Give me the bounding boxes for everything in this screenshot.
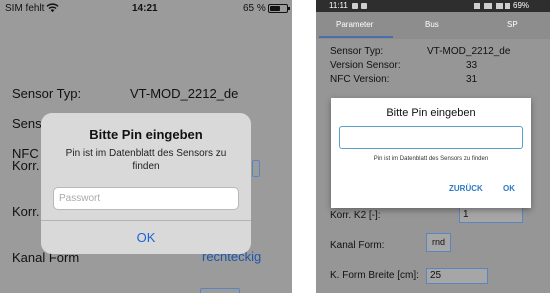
tab-bar: Parameter Bus SP	[316, 12, 550, 39]
pin-alert: Bitte Pin eingeben Pin ist im Datenblatt…	[41, 113, 251, 254]
pin-dialog: Bitte Pin eingeben Pin ist im Datenblatt…	[331, 98, 531, 208]
battery-icon	[268, 4, 290, 13]
wifi-icon	[46, 3, 59, 13]
tab-parameter[interactable]: Parameter	[336, 20, 373, 29]
ios-screen: SIM fehlt 14:21 65 % Sensor Typ: VT-MOD_…	[0, 0, 292, 293]
mute-icon	[474, 3, 480, 9]
kanal-form-button[interactable]: rnd	[426, 233, 451, 252]
form-width-input[interactable]	[200, 288, 240, 293]
alert-title: Bitte Pin eingeben	[89, 127, 203, 142]
sensor-type-value: VT-MOD_2212_de	[130, 86, 239, 101]
battery-icon	[505, 3, 510, 9]
sensor-version-value: 33	[466, 60, 478, 71]
android-screen: 11:11 69% Parameter Bus SP Sensor Typ: V…	[316, 0, 550, 293]
notification-icon	[361, 3, 367, 9]
active-tab-indicator	[319, 36, 393, 38]
back-button[interactable]: ZURÜCK	[449, 184, 483, 193]
form-width-label: K. Form Breite [cm]:	[330, 270, 419, 281]
clock: 11:11	[329, 1, 348, 10]
nfc-version-label: NFC Version:	[330, 74, 390, 85]
ok-button[interactable]: OK	[41, 221, 251, 254]
tab-sp[interactable]: SP	[507, 20, 518, 29]
dialog-title: Bitte Pin eingeben	[386, 107, 476, 119]
ios-status-bar: SIM fehlt 14:21 65 %	[0, 0, 292, 18]
carrier-text: SIM fehlt	[5, 3, 45, 14]
korr-label: Korr.	[12, 158, 40, 173]
notification-icon	[352, 3, 358, 9]
battery-percent: 69%	[513, 1, 530, 10]
tab-bus[interactable]: Bus	[425, 20, 439, 29]
korr-k2-input[interactable]: 1	[459, 207, 523, 223]
sensor-type-label: Sensor Typ:	[330, 46, 384, 57]
korr-k2-label: Korr. K2 [-]:	[330, 210, 381, 221]
signal-icon	[496, 3, 503, 9]
battery-percent: 65 %	[243, 3, 266, 14]
korr-input[interactable]	[252, 160, 260, 177]
sensor-type-value: VT-MOD_2212_de	[427, 46, 511, 57]
sensor-version-label: Sens	[12, 116, 42, 131]
pin-input[interactable]	[339, 126, 523, 149]
clock: 14:21	[132, 3, 158, 14]
kanal-form-label: Kanal Form:	[330, 240, 385, 251]
alert-message: Pin ist im Datenblatt des Sensors zu fin…	[65, 148, 227, 172]
ok-button[interactable]: OK	[503, 184, 515, 193]
android-status-bar: 11:11 69%	[316, 0, 550, 12]
form-width-input[interactable]: 25	[426, 268, 488, 284]
sensor-version-label: Version Sensor:	[330, 60, 401, 71]
nfc-version-value: 31	[466, 74, 478, 85]
wifi-icon	[484, 3, 492, 9]
korr2-label: Korr.	[12, 204, 40, 219]
dialog-hint: Pin ist im Datenblatt des Sensors zu fin…	[373, 156, 489, 162]
sensor-type-label: Sensor Typ:	[12, 86, 82, 101]
password-input[interactable]	[53, 187, 239, 210]
